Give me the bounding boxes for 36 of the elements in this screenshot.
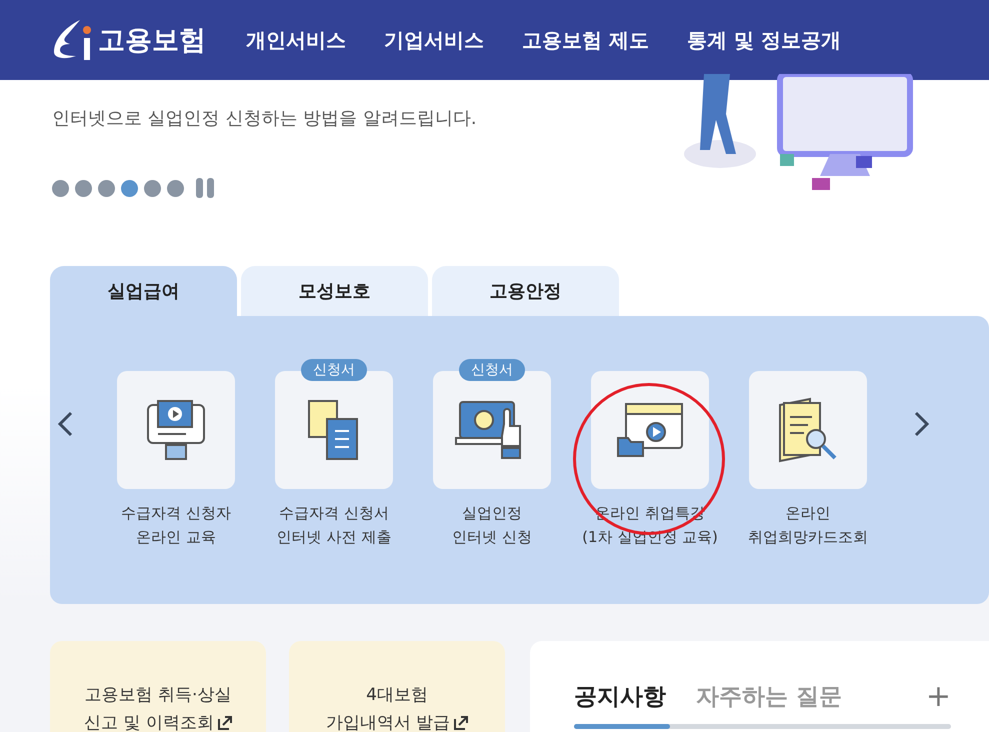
quick-link-card[interactable]: 4대보험 가입내역서 발급	[289, 641, 505, 732]
nav-link[interactable]: 개인서비스	[246, 26, 346, 54]
category-tab[interactable]: 고용안정	[432, 266, 619, 316]
category-tab[interactable]: 모성보호	[241, 266, 428, 316]
logo-text[interactable]: 고용보험	[98, 22, 206, 58]
pause-button[interactable]	[196, 178, 216, 198]
quick-link-card[interactable]: 고용보험 취득·상실 신고 및 이력조회	[50, 641, 266, 732]
service-card[interactable]	[591, 371, 709, 489]
service-label[interactable]: 온라인 취업희망카드조회	[748, 501, 868, 549]
slide-dot[interactable]	[144, 180, 161, 196]
service-card[interactable]	[117, 371, 235, 489]
monitor-icon	[146, 399, 206, 461]
form-badge: 신청서	[301, 359, 367, 381]
documents-icon	[307, 399, 361, 461]
slide-dot[interactable]	[121, 180, 138, 196]
nav-link[interactable]: 통계 및 정보공개	[686, 26, 841, 54]
banner-subtitle: 인터넷으로 실업인정 신청하는 방법을 알려드립니다.	[52, 107, 478, 130]
chevron-right-icon	[914, 411, 930, 437]
external-link-icon	[454, 716, 468, 730]
chevron-left-icon	[57, 411, 73, 437]
slide-dot[interactable]	[52, 180, 69, 196]
slide-dot[interactable]	[167, 180, 184, 196]
service-label[interactable]: 수급자격 신청자 온라인 교육	[121, 501, 231, 549]
board-tab[interactable]: 공지사항	[574, 681, 666, 712]
video-window-icon	[616, 402, 684, 458]
nav-link[interactable]: 고용보험 제도	[522, 26, 649, 54]
external-link-icon	[218, 716, 232, 730]
category-tab[interactable]: 실업급여	[50, 266, 237, 316]
service-label[interactable]: 실업인정 인터넷 신청	[452, 501, 532, 549]
nav-link[interactable]: 기업서비스	[384, 26, 484, 54]
form-badge: 신청서	[459, 359, 525, 381]
more-button[interactable]: +	[926, 679, 951, 714]
service-label[interactable]: 수급자격 신청서 인터넷 사전 제출	[276, 501, 392, 549]
slide-dot[interactable]	[75, 180, 92, 196]
service-card[interactable]	[749, 371, 867, 489]
slide-dot[interactable]	[98, 180, 115, 196]
